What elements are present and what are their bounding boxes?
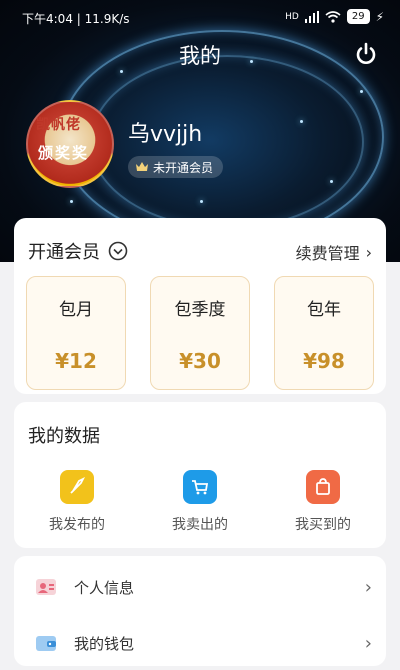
my-sold-button[interactable]: 我卖出的 <box>150 470 250 534</box>
wallet-icon <box>36 636 56 651</box>
sparkle <box>360 90 363 93</box>
vip-title-row[interactable]: 开通会员 <box>28 238 128 264</box>
my-data-title: 我的数据 <box>28 426 100 447</box>
plan-name: 包年 <box>307 300 341 320</box>
menu-list: 个人信息 › 我的钱包 › <box>14 556 386 666</box>
my-published-label: 我发布的 <box>49 517 105 533</box>
cart-icon <box>183 470 217 504</box>
status-icons: HD 29 ⚡ <box>285 9 384 24</box>
battery-icon: 29 <box>346 9 370 24</box>
vip-title: 开通会员 <box>28 242 100 263</box>
menu-item-label: 我的钱包 <box>74 634 135 653</box>
bag-icon <box>306 470 340 504</box>
sparkle <box>200 200 203 203</box>
my-bought-label: 我买到的 <box>295 517 351 533</box>
wifi-icon <box>325 10 341 23</box>
plan-price: ¥30 <box>179 349 221 373</box>
my-sold-label: 我卖出的 <box>172 517 228 533</box>
plan-price: ¥12 <box>55 349 97 373</box>
menu-item-wallet[interactable]: 我的钱包 › <box>14 616 386 670</box>
my-data-card: 我的数据 我发布的 我卖出的 我买到的 <box>14 402 386 548</box>
renew-management-label: 续费管理 <box>295 244 360 263</box>
rocket-icon <box>60 470 94 504</box>
plan-monthly[interactable]: 包月 ¥12 <box>26 276 126 390</box>
chevron-right-icon: › <box>364 632 372 654</box>
username[interactable]: 乌vvjjh <box>128 116 202 148</box>
membership-badge[interactable]: 未开通会员 <box>128 156 224 178</box>
my-published-button[interactable]: 我发布的 <box>27 470 127 534</box>
sparkle <box>70 200 73 203</box>
renew-management-link[interactable]: 续费管理 › <box>296 240 372 264</box>
plan-name: 包月 <box>59 300 93 320</box>
plan-yearly[interactable]: 包年 ¥98 <box>274 276 374 390</box>
avatar-text-mid: 颁奖奖 <box>38 144 90 162</box>
profile-card-icon <box>36 579 56 595</box>
plan-price: ¥98 <box>303 349 345 373</box>
vip-card: 开通会员 续费管理 › 包月 ¥12 包季度 ¥30 包年 ¥98 <box>14 218 386 394</box>
sparkle <box>120 70 123 73</box>
sparkle <box>300 120 303 123</box>
charging-icon: ⚡ <box>375 9 384 24</box>
status-bar: 下午4:04 | 11.9K/s HD 29 ⚡ <box>0 0 400 34</box>
menu-item-personal-info[interactable]: 个人信息 › <box>14 560 386 614</box>
chevron-down-circle-icon <box>108 241 128 261</box>
signal-label: HD <box>285 11 299 22</box>
chevron-right-icon: › <box>364 576 372 598</box>
avatar[interactable]: 凯帆佬 颁奖奖 <box>26 100 114 188</box>
crown-icon <box>136 162 148 171</box>
signal-icon <box>304 10 319 23</box>
avatar-text-top: 凯帆佬 <box>36 117 81 133</box>
status-time-speed: 下午4:04 | 11.9K/s <box>22 12 130 26</box>
plan-quarterly[interactable]: 包季度 ¥30 <box>150 276 250 390</box>
page-title: 我的 <box>179 44 221 68</box>
menu-item-label: 个人信息 <box>74 578 135 597</box>
chevron-right-icon: › <box>365 242 372 262</box>
my-bought-button[interactable]: 我买到的 <box>273 470 373 534</box>
sparkle <box>330 180 333 183</box>
power-icon[interactable] <box>354 42 378 66</box>
plan-name: 包季度 <box>174 300 226 320</box>
membership-badge-label: 未开通会员 <box>153 160 214 175</box>
